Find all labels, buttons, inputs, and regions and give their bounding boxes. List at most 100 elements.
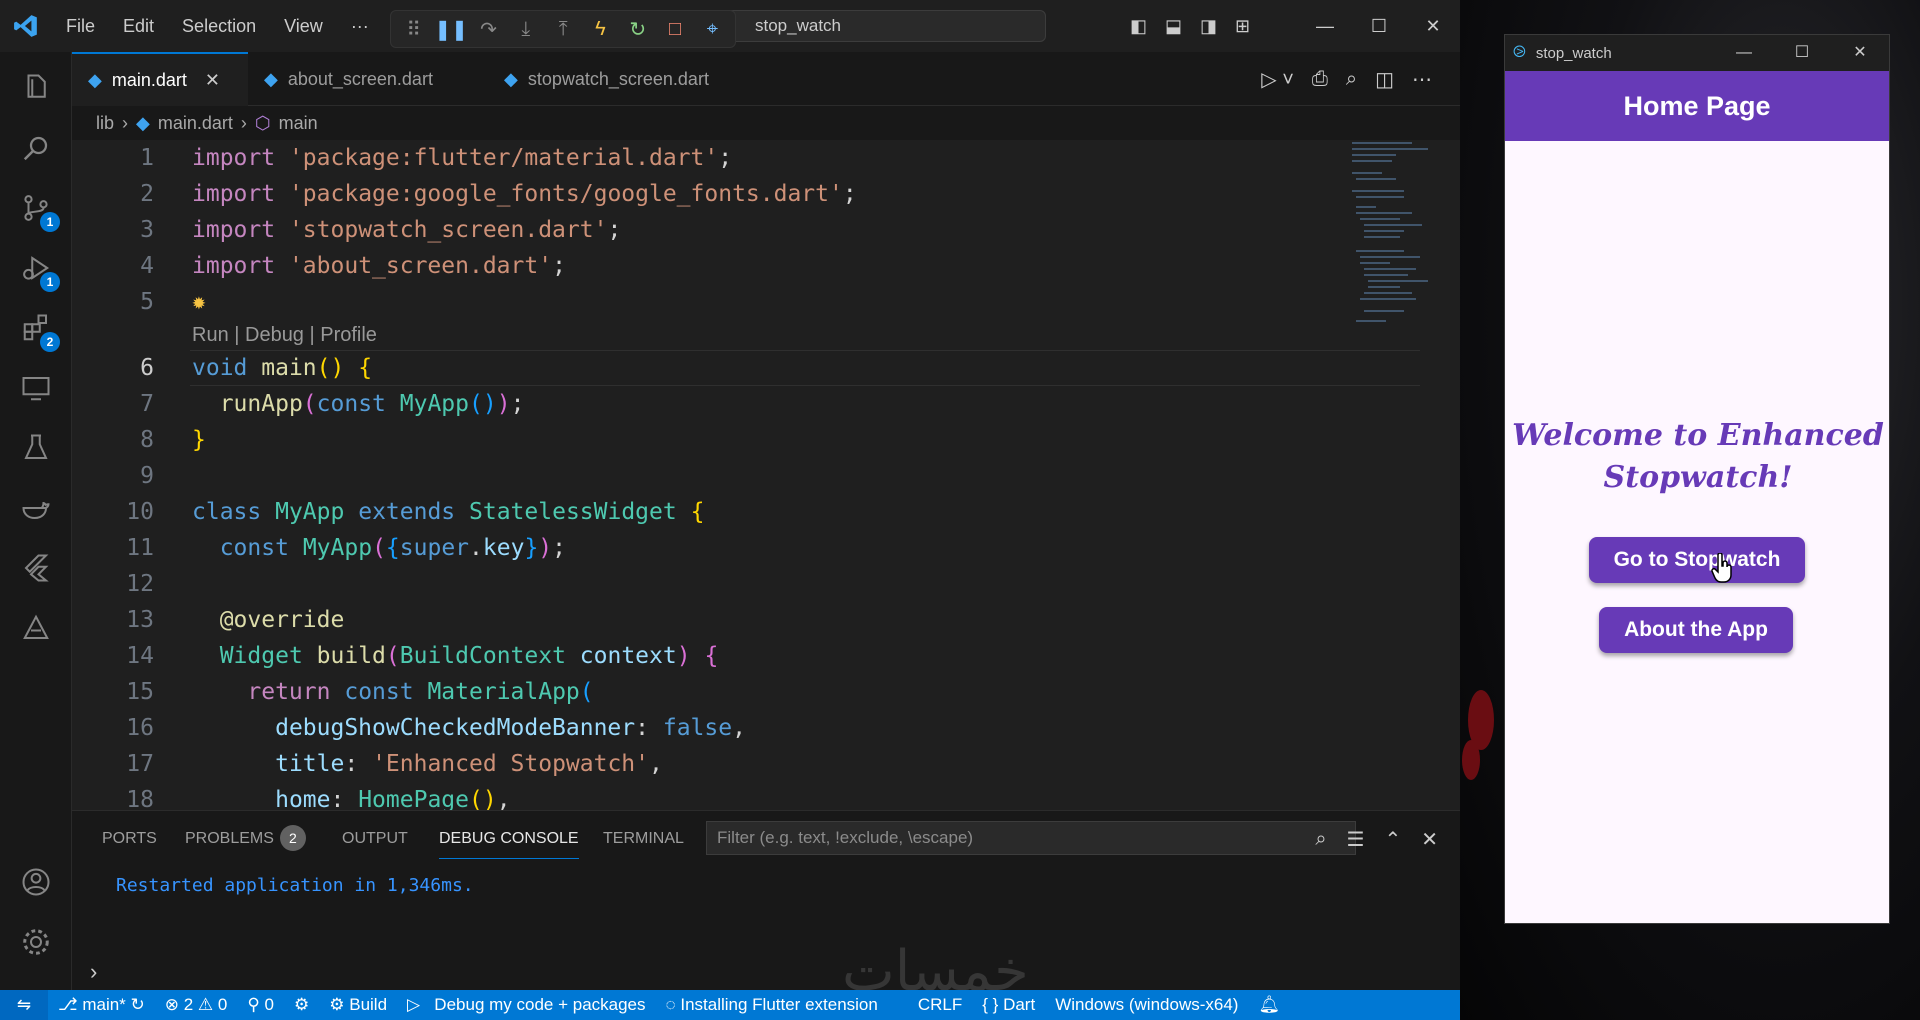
source-control-icon[interactable]: 1 [0, 178, 72, 238]
status-device[interactable]: Windows (windows-x64) [1045, 995, 1248, 1015]
tab-debug-console[interactable]: DEBUG CONSOLE [439, 811, 579, 859]
close-icon[interactable]: ✕ [1831, 35, 1889, 71]
command-center[interactable]: stop_watch [726, 10, 1046, 42]
status-eol[interactable]: CRLF [908, 995, 972, 1015]
step-over-icon[interactable]: ↷ [472, 17, 505, 42]
vscode-logo-icon [0, 0, 52, 52]
settings-gear-icon[interactable] [0, 912, 72, 972]
clear-console-icon[interactable]: ☰ [1347, 827, 1365, 852]
code-lens[interactable]: Run | Debug | Profile [192, 320, 377, 350]
tab-terminal[interactable]: TERMINAL [603, 811, 684, 867]
status-problems[interactable]: ⊗ 2 ⚠ 0 [155, 995, 238, 1015]
status-debug-icon[interactable]: ⚙ [284, 995, 319, 1015]
toggle-panel-icon[interactable]: ⬓ [1165, 16, 1182, 37]
code-text: runApp(const MyApp()); [219, 391, 525, 417]
explorer-icon[interactable] [0, 58, 72, 118]
dart-devtools-icon[interactable] [0, 598, 72, 658]
run-debug-icon[interactable]: 1 [0, 238, 72, 298]
tab-stopwatch-screen[interactable]: ◆ stopwatch_screen.dart [488, 52, 778, 106]
menu-selection[interactable]: Selection [168, 0, 270, 52]
print-icon[interactable]: ⎙ [1312, 68, 1328, 91]
editor-actions: ▷ ˅ ⎙ ⌕ ◫ ⋯ [1261, 52, 1432, 106]
status-build[interactable]: ⚙ Build [319, 995, 397, 1015]
more-actions-icon[interactable]: ⋯ [1412, 67, 1432, 92]
drag-handle-icon[interactable]: ⠿ [397, 17, 430, 42]
tab-ports[interactable]: PORTS [102, 811, 157, 867]
line-number: 17 [126, 751, 154, 777]
line-number: 11 [126, 535, 154, 561]
breadcrumb-symbol[interactable]: main [279, 113, 318, 134]
status-language[interactable]: { } Dart [972, 995, 1045, 1015]
maximize-icon[interactable]: ☐ [1773, 35, 1831, 71]
breadcrumb-file[interactable]: main.dart [158, 113, 233, 134]
code-text: home: HomePage(), [275, 787, 511, 810]
hot-reload-icon[interactable]: ϟ [584, 18, 617, 41]
lightbulb-icon[interactable]: ✹ [192, 284, 206, 320]
close-tab-icon[interactable]: ✕ [205, 70, 220, 91]
maximize-icon[interactable]: ☐ [1352, 0, 1406, 52]
run-file-icon[interactable]: ▷ ˅ [1261, 67, 1294, 92]
minimize-icon[interactable]: — [1715, 35, 1773, 71]
function-symbol-icon: ⬡ [254, 112, 271, 133]
minimap[interactable] [1348, 140, 1438, 340]
about-app-button[interactable]: About the App [1599, 607, 1793, 653]
status-branch[interactable]: ⎇ main* ↻ [48, 995, 155, 1015]
maximize-panel-icon[interactable]: ⌃ [1384, 827, 1401, 852]
remote-indicator-icon[interactable]: ⇋ [0, 990, 48, 1020]
step-out-icon[interactable]: ⤒ [546, 18, 579, 41]
go-to-stopwatch-button[interactable]: Go to Stopwatch [1589, 537, 1805, 583]
line-number: 14 [126, 643, 154, 669]
code-text: import 'package:flutter/material.dart'; [192, 145, 733, 171]
layout-controls: ◧ ⬓ ◨ ⊞ [1130, 0, 1250, 52]
open-preview-icon[interactable]: ⌕ [1346, 68, 1357, 91]
search-icon[interactable]: ⌕ [1315, 828, 1326, 851]
tab-main-dart[interactable]: ◆ main.dart ✕ [72, 52, 248, 106]
code-editor[interactable]: 1 import 'package:flutter/material.dart';… [72, 140, 1460, 810]
menu-edit[interactable]: Edit [109, 0, 168, 52]
tab-problems-label: PROBLEMS [185, 830, 274, 847]
docker-icon[interactable] [0, 478, 72, 538]
menu-view[interactable]: View [270, 0, 337, 52]
line-number: 9 [140, 463, 154, 489]
console-filter-input[interactable]: Filter (e.g. text, !exclude, \escape) [706, 821, 1356, 855]
menu-file[interactable]: File [52, 0, 109, 52]
line-number: 4 [140, 253, 154, 279]
testing-icon[interactable] [0, 418, 72, 478]
toggle-sidebar-icon[interactable]: ◧ [1130, 16, 1147, 37]
line-number: 13 [126, 607, 154, 633]
pause-icon[interactable]: ❚❚ [434, 17, 468, 42]
window-controls: — ☐ ✕ [1298, 0, 1460, 52]
console-prompt-icon[interactable]: › [90, 959, 97, 985]
notifications-bell-icon[interactable]: 🔔︎ [1248, 995, 1290, 1015]
line-number: 10 [126, 499, 154, 525]
status-ports[interactable]: ⚲ 0 [237, 995, 284, 1015]
devtools-icon[interactable]: ⌖ [696, 18, 729, 41]
split-editor-icon[interactable]: ◫ [1375, 67, 1394, 92]
toggle-secondary-sidebar-icon[interactable]: ◨ [1200, 16, 1217, 37]
tab-about-screen[interactable]: ◆ about_screen.dart [248, 52, 488, 106]
flutter-app-window: ⧁ stop_watch — ☐ ✕ Home Page Welcome to … [1504, 34, 1890, 924]
close-icon[interactable]: ✕ [1406, 0, 1460, 52]
status-debug-config[interactable]: ▷ Debug my code + packages [397, 995, 655, 1015]
branch-label: main* [82, 995, 126, 1014]
dart-file-icon: ◆ [264, 68, 278, 89]
extensions-icon[interactable]: 2 [0, 298, 72, 358]
step-into-icon[interactable]: ⤓ [509, 18, 542, 41]
search-icon[interactable] [0, 118, 72, 178]
account-icon[interactable] [0, 852, 72, 912]
restart-icon[interactable]: ↻ [621, 17, 654, 42]
stop-icon[interactable]: □ [658, 18, 691, 41]
tab-output[interactable]: OUTPUT [342, 811, 408, 867]
minimize-icon[interactable]: — [1298, 0, 1352, 52]
app-title-bar: ⧁ stop_watch — ☐ ✕ [1505, 35, 1889, 71]
tab-label: main.dart [111, 69, 187, 90]
menu-more[interactable]: ··· [337, 0, 383, 52]
close-panel-icon[interactable]: ✕ [1421, 827, 1438, 852]
problems-count-badge: 2 [279, 825, 306, 851]
tab-problems[interactable]: PROBLEMS 2 [185, 811, 306, 867]
remote-explorer-icon[interactable] [0, 358, 72, 418]
flutter-icon[interactable] [0, 538, 72, 598]
customize-layout-icon[interactable]: ⊞ [1235, 16, 1250, 37]
breadcrumb-folder[interactable]: lib [96, 113, 114, 134]
breadcrumb: lib › ◆ main.dart › ⬡ main [72, 106, 1460, 140]
